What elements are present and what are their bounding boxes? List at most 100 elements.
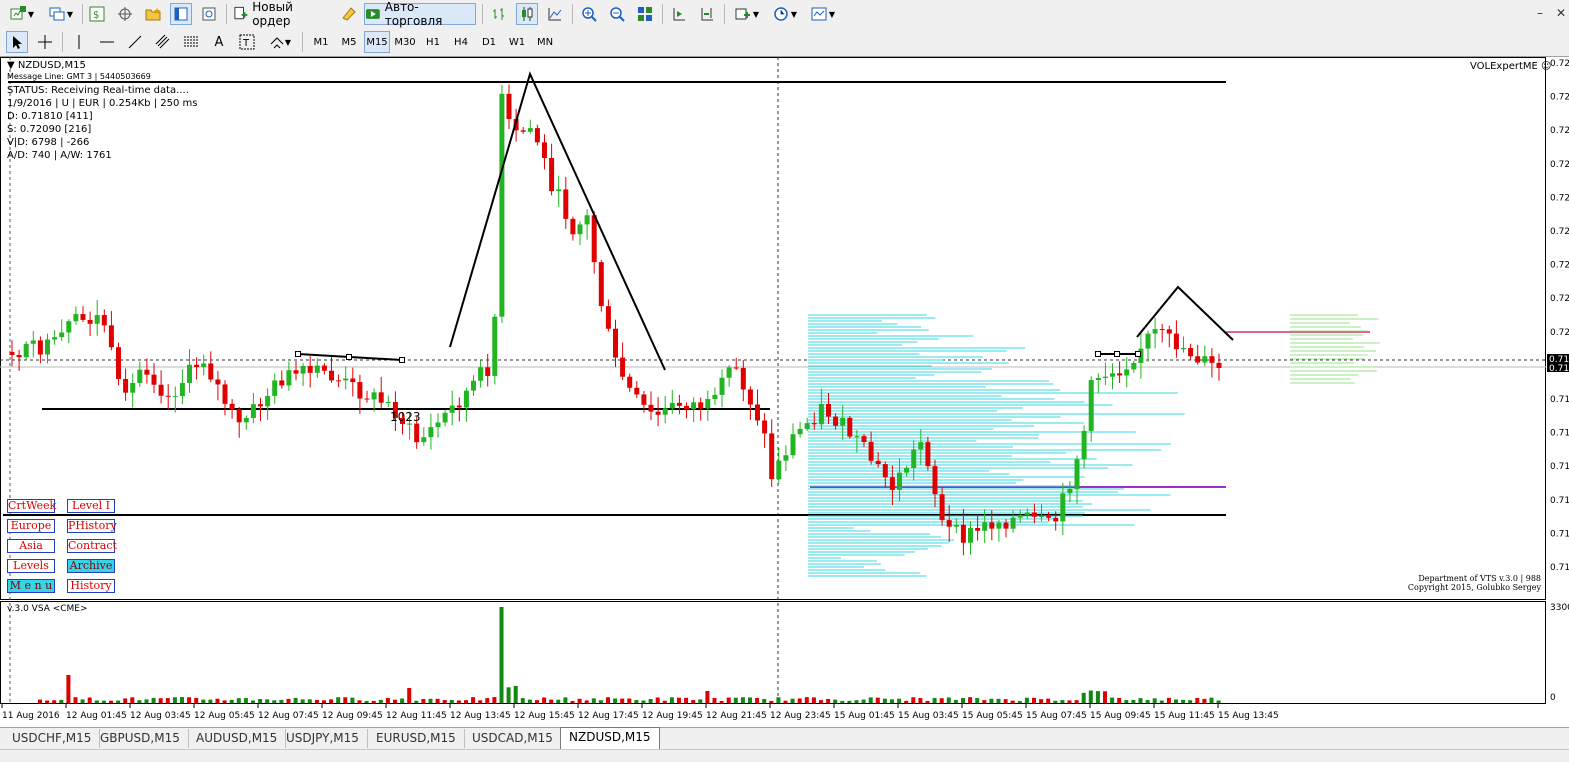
chart-tab-nzdusd[interactable]: NZDUSD,M15 bbox=[560, 727, 660, 749]
chart-tab-usdjpy[interactable]: USDJPY,M15 bbox=[278, 729, 368, 748]
candle-body bbox=[669, 402, 675, 409]
volume-bar bbox=[620, 698, 625, 703]
volume-bar bbox=[215, 698, 220, 703]
volume-bar bbox=[875, 697, 880, 703]
candle-body bbox=[939, 494, 945, 521]
volume-bar bbox=[783, 700, 788, 703]
level-i-button[interactable]: Level I bbox=[67, 499, 115, 513]
equidistant-channel-tool-button[interactable] bbox=[152, 31, 174, 53]
candle-body bbox=[456, 405, 462, 408]
meta-editor-button[interactable] bbox=[338, 3, 360, 25]
candlestick-button[interactable] bbox=[516, 3, 538, 25]
volume-bar bbox=[1181, 699, 1186, 703]
volume-bar bbox=[1088, 690, 1093, 703]
contract-button[interactable]: Contract bbox=[67, 539, 117, 553]
time-axis-label: 15 Aug 05:45 bbox=[962, 711, 1023, 721]
volume-bar bbox=[80, 699, 85, 703]
timeframe-m15-button[interactable]: M15 bbox=[364, 31, 390, 53]
time-axis-label: 15 Aug 01:45 bbox=[834, 711, 895, 721]
autotrading-button[interactable]: Авто-торговля bbox=[364, 0, 476, 28]
chart-tab-gbpusd[interactable]: GBPUSD,M15 bbox=[92, 729, 189, 748]
phistory-button[interactable]: PHistory bbox=[67, 519, 117, 533]
templates-button[interactable]: ▼ bbox=[806, 3, 840, 25]
chart-tab-eurusd[interactable]: EURUSD,M15 bbox=[368, 729, 465, 748]
zoom-out-button[interactable] bbox=[606, 3, 628, 25]
volume-bar bbox=[513, 685, 518, 703]
timeframe-w1-button[interactable]: W1 bbox=[504, 31, 530, 53]
candle-body bbox=[542, 142, 547, 158]
tile-windows-button[interactable] bbox=[634, 3, 656, 25]
crtweek-button[interactable]: CrtWeek bbox=[7, 499, 56, 513]
new-chart-button[interactable]: ▼ bbox=[4, 3, 40, 25]
archive-button[interactable]: Archive bbox=[67, 559, 115, 573]
candle-body bbox=[229, 403, 235, 410]
new-order-button[interactable]: Новый ордер bbox=[232, 0, 332, 28]
candle-body bbox=[1166, 329, 1172, 334]
candle-body bbox=[378, 392, 384, 403]
strategy-tester-button[interactable] bbox=[198, 3, 220, 25]
volume-bar bbox=[527, 699, 532, 703]
chart-shift-button[interactable] bbox=[696, 3, 718, 25]
time-axis-label: 15 Aug 03:45 bbox=[898, 711, 959, 721]
zoom-in-button[interactable] bbox=[578, 3, 600, 25]
close-icon[interactable]: ✕ bbox=[1556, 6, 1566, 20]
trendline-tool-button[interactable] bbox=[124, 31, 146, 53]
volume-bar bbox=[726, 697, 731, 703]
asia-button[interactable]: Asia bbox=[7, 539, 55, 553]
arrows-tool-button[interactable]: ▼ bbox=[264, 31, 296, 53]
volume-bar bbox=[322, 700, 326, 703]
auto-scroll-button[interactable] bbox=[668, 3, 690, 25]
timeframe-h4-button[interactable]: H4 bbox=[448, 31, 474, 53]
candle-body bbox=[265, 395, 271, 407]
candle-body bbox=[321, 365, 327, 371]
horizontal-line-tool-button[interactable] bbox=[96, 31, 118, 53]
volume-bar bbox=[123, 698, 128, 703]
chart-tab-usdchf[interactable]: USDCHF,M15 bbox=[4, 729, 101, 748]
volume-bar bbox=[66, 675, 71, 703]
price-chart[interactable]: 0.72 0.72 0.72 0.72 0.72 0.72 0.72 0.72 0.72 0.71… bbox=[0, 57, 1569, 727]
candle-body bbox=[534, 128, 540, 143]
candle-body bbox=[1024, 512, 1030, 515]
candle-body bbox=[662, 408, 668, 415]
line-chart-button[interactable] bbox=[544, 3, 566, 25]
text-label-tool-button[interactable]: T bbox=[236, 31, 258, 53]
volume-bar bbox=[975, 698, 980, 703]
candle-body bbox=[1039, 516, 1044, 518]
timeframe-m1-button[interactable]: M1 bbox=[308, 31, 334, 53]
volume-bar bbox=[456, 700, 461, 703]
data-window-button[interactable] bbox=[114, 3, 136, 25]
navigator-button[interactable]: ★ bbox=[142, 3, 164, 25]
levels-button[interactable]: Levels bbox=[7, 559, 55, 573]
volume-bar bbox=[1046, 698, 1051, 703]
terminal-button[interactable] bbox=[170, 3, 192, 25]
history-button[interactable]: History bbox=[67, 579, 115, 593]
timeframe-m5-button[interactable]: M5 bbox=[336, 31, 362, 53]
timeframe-d1-button[interactable]: D1 bbox=[476, 31, 502, 53]
time-axis-label: 12 Aug 07:45 bbox=[258, 711, 319, 721]
market-watch-button[interactable]: $ bbox=[86, 3, 108, 25]
expert-advisor-label[interactable]: VOLExpertME ☺ bbox=[1470, 61, 1551, 72]
menu-button[interactable]: M e n u bbox=[7, 579, 55, 593]
indicators-button[interactable]: ▼ bbox=[730, 3, 764, 25]
minimize-icon[interactable]: – bbox=[1537, 6, 1543, 20]
bar-chart-button[interactable] bbox=[488, 3, 510, 25]
europe-button[interactable]: Europe bbox=[7, 519, 55, 533]
volume-bar bbox=[258, 698, 263, 703]
cursor-tool-button[interactable] bbox=[6, 31, 28, 53]
volume-bar bbox=[151, 697, 156, 703]
volume-bar bbox=[279, 699, 284, 703]
chart-tab-usdcad[interactable]: USDCAD,M15 bbox=[464, 729, 562, 748]
crosshair-tool-button[interactable] bbox=[34, 31, 56, 53]
candle-body bbox=[37, 340, 43, 355]
timeframe-h1-button[interactable]: H1 bbox=[420, 31, 446, 53]
periods-button[interactable]: ▼ bbox=[768, 3, 802, 25]
candle-body bbox=[30, 340, 36, 344]
timeframe-mn-button[interactable]: MN bbox=[532, 31, 558, 53]
chart-tab-audusd[interactable]: AUDUSD,M15 bbox=[188, 729, 287, 748]
vertical-line-tool-button[interactable] bbox=[68, 31, 90, 53]
chart-window[interactable]: 0.72 0.72 0.72 0.72 0.72 0.72 0.72 0.72 0.72 0.71… bbox=[0, 57, 1569, 727]
fibonacci-tool-button[interactable] bbox=[180, 31, 202, 53]
timeframe-m30-button[interactable]: M30 bbox=[392, 31, 418, 53]
profiles-button[interactable]: ▼ bbox=[44, 3, 78, 25]
text-tool-button[interactable]: A bbox=[208, 31, 230, 53]
